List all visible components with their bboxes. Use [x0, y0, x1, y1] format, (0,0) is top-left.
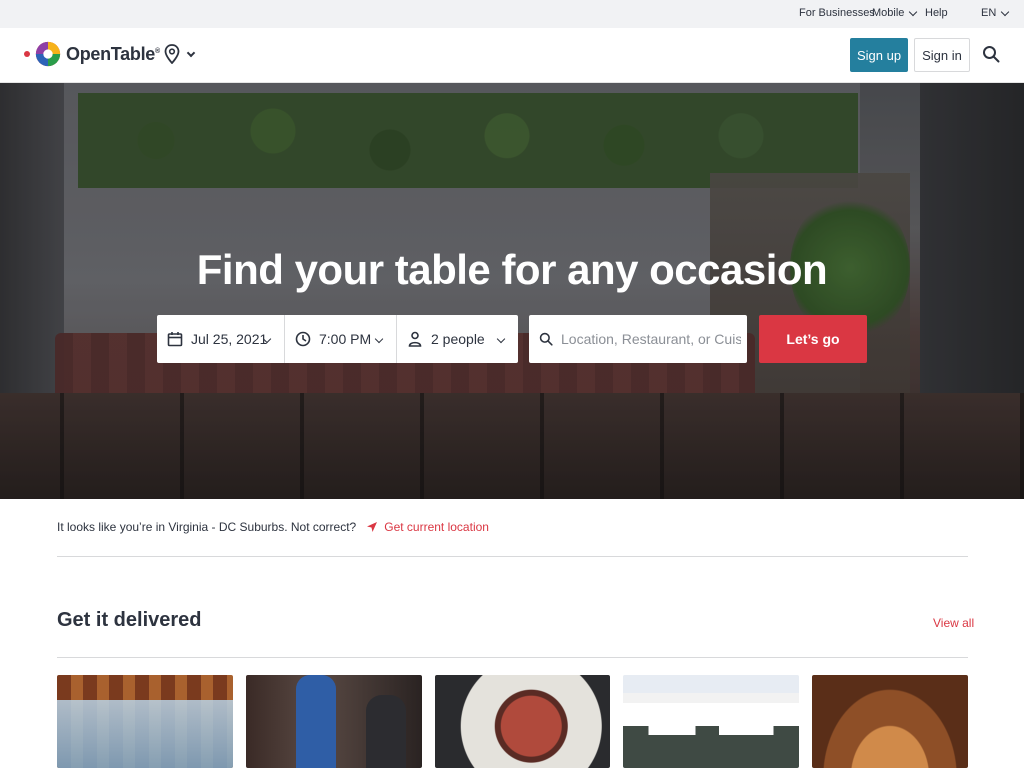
person-icon — [407, 331, 423, 347]
delivered-section-title: Get it delivered — [57, 609, 202, 631]
chevron-down-icon — [374, 334, 384, 344]
chevron-down-icon — [496, 334, 506, 344]
sign-in-button[interactable]: Sign in — [914, 38, 970, 72]
location-pin-icon — [164, 44, 180, 64]
chevron-down-icon — [909, 7, 918, 16]
date-picker[interactable]: Jul 25, 2021 — [157, 315, 285, 363]
party-size-value: 2 people — [431, 331, 485, 347]
restaurant-card[interactable] — [623, 675, 799, 768]
get-current-location-label: Get current location — [384, 520, 489, 534]
language-dropdown[interactable]: EN — [981, 7, 1010, 19]
sign-up-button[interactable]: Sign up — [850, 38, 908, 72]
for-businesses-link[interactable]: For Businesses — [799, 7, 875, 19]
section-divider — [57, 556, 968, 557]
chevron-down-icon — [186, 48, 196, 57]
mobile-label: Mobile — [872, 7, 905, 19]
time-value: 7:00 PM — [319, 331, 372, 347]
help-label: Help — [925, 7, 948, 19]
restaurant-card[interactable] — [57, 675, 233, 768]
hero-title: Find your table for any occasion — [196, 246, 828, 293]
time-picker[interactable]: 7:00 PM — [285, 315, 397, 363]
calendar-icon — [167, 331, 183, 347]
location-picker[interactable] — [164, 44, 196, 64]
clock-icon — [295, 331, 311, 347]
language-label: EN — [981, 7, 997, 19]
location-notice-text: It looks like you’re in Virginia - DC Su… — [57, 520, 357, 534]
search-icon[interactable] — [982, 45, 1000, 63]
logo-dot-icon — [24, 51, 30, 57]
get-current-location-link[interactable]: Get current location — [366, 520, 489, 534]
opentable-logo-icon — [35, 41, 61, 67]
section-divider — [57, 657, 968, 658]
for-businesses-label: For Businesses — [799, 7, 875, 19]
brand-registered-mark: ® — [154, 47, 160, 55]
reservation-pickers: Jul 25, 2021 7:00 PM 2 people — [157, 315, 518, 363]
hero-banner: Find your table for any occasion — [0, 83, 1024, 499]
view-all-link[interactable]: View all — [933, 616, 974, 630]
navigation-arrow-icon — [367, 522, 378, 532]
chevron-down-icon — [1001, 7, 1010, 16]
location-notice: It looks like you’re in Virginia - DC Su… — [57, 520, 489, 534]
help-link[interactable]: Help — [925, 7, 948, 19]
utility-bar: For Businesses Mobile Help EN — [0, 0, 1024, 28]
restaurant-card[interactable] — [435, 675, 610, 768]
party-size-picker[interactable]: 2 people — [397, 315, 518, 363]
restaurant-search — [529, 315, 747, 363]
restaurant-card[interactable] — [812, 675, 968, 768]
header: OpenTable® Sign up Sign in — [0, 28, 1024, 83]
brand-label: OpenTable — [66, 43, 155, 64]
mobile-dropdown[interactable]: Mobile — [872, 7, 918, 19]
opentable-logo[interactable]: OpenTable® — [24, 36, 160, 72]
search-icon — [539, 332, 553, 346]
brand-name: OpenTable® — [66, 44, 160, 65]
date-value: Jul 25, 2021 — [191, 331, 268, 347]
restaurant-card[interactable] — [246, 675, 422, 768]
restaurant-search-input[interactable] — [561, 331, 741, 347]
lets-go-button[interactable]: Let’s go — [759, 315, 867, 363]
